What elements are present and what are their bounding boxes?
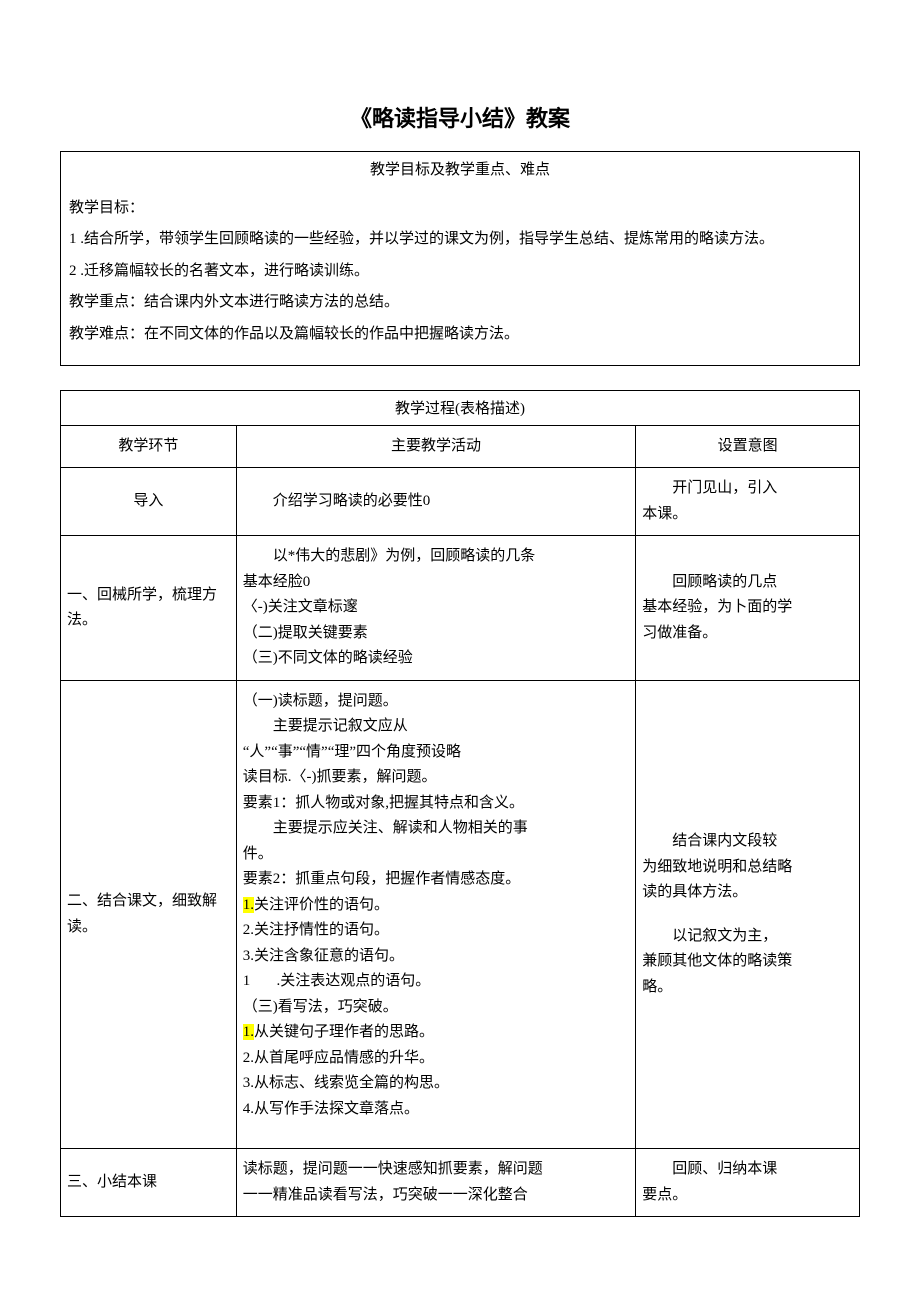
objectives-p4: 教学重点：结合课内外文本进行略读方法的总结。 xyxy=(69,290,851,316)
activity-line: 3.关注含象征意的语句。 xyxy=(243,944,630,970)
intent-line: 要点。 xyxy=(642,1183,853,1209)
activity-text: .关注表达观点的语句。 xyxy=(250,973,430,989)
intent-line: 习做准备。 xyxy=(642,621,853,647)
activity-line: 主要提示应关注、解读和人物相关的事 xyxy=(243,816,630,842)
activity-text: 关注评价性的语句。 xyxy=(254,897,389,913)
objectives-subtitle: 教学目标及教学重点、难点 xyxy=(61,152,859,186)
table-caption: 教学过程(表格描述) xyxy=(60,390,860,425)
activity-line: 一一精准品读看写法，巧突破一一深化整合 xyxy=(243,1183,630,1209)
intent-line: 略。 xyxy=(642,975,853,1001)
intent-line: 兼顾其他文体的略读策 xyxy=(642,949,853,975)
page-title: 《略读指导小结》教案 xyxy=(60,100,860,137)
activity-line: 介绍学习略读的必要性0 xyxy=(243,489,630,515)
intent-line: 为细致地说明和总结略 xyxy=(642,855,853,881)
intent-line: 本课。 xyxy=(642,502,853,528)
objectives-p3: 2 .迁移篇幅较长的名著文本，进行略读训练。 xyxy=(69,259,851,285)
cell-activity: （一)读标题，提问题。 主要提示记叙文应从 “人”“事”“情”“理”四个角度预设… xyxy=(236,680,636,1149)
cell-intent: 结合课内文段较 为细致地说明和总结略 读的具体方法。 以记叙文为主， 兼顾其他文… xyxy=(636,680,860,1149)
stage-line: 法。 xyxy=(67,608,230,634)
cell-intent: 回顾略读的几点 基本经验，为卜面的学 习做准备。 xyxy=(636,536,860,681)
activity-line: （三)不同文体的略读经验 xyxy=(243,646,630,672)
objectives-p5: 教学难点：在不同文体的作品以及篇幅较长的作品中把握略读方法。 xyxy=(69,322,851,348)
intent-line: 开门见山，引入 xyxy=(642,476,853,502)
intent-line: 以记叙文为主， xyxy=(642,924,853,950)
objectives-box: 教学目标及教学重点、难点 教学目标： 1 .结合所学，带领学生回顾略读的一些经验… xyxy=(60,151,860,366)
highlight-text: 1. xyxy=(243,897,254,913)
th-intent: 设置意图 xyxy=(636,425,860,468)
objectives-p1: 教学目标： xyxy=(69,196,851,222)
activity-line: 2.关注抒情性的语句。 xyxy=(243,918,630,944)
table-header-row: 教学环节 主要教学活动 设置意图 xyxy=(61,425,860,468)
activity-line: （三)看写法，巧突破。 xyxy=(243,995,630,1021)
cell-activity: 介绍学习略读的必要性0 xyxy=(236,468,636,536)
highlight-text: 1. xyxy=(243,1024,254,1040)
intent-line: 基本经验，为卜面的学 xyxy=(642,595,853,621)
activity-line: 以*伟大的悲剧》为例，回顾略读的几条 xyxy=(243,544,630,570)
activity-line: 2.从首尾呼应品情感的升华。 xyxy=(243,1046,630,1072)
cell-activity: 以*伟大的悲剧》为例，回顾略读的几条 基本经脸0 〈-)关注文章标邃 （二)提取… xyxy=(236,536,636,681)
activity-line: 1.关注评价性的语句。 xyxy=(243,893,630,919)
th-activity: 主要教学活动 xyxy=(236,425,636,468)
blank-line xyxy=(642,906,853,924)
activity-text: 从关键句子理作者的思路。 xyxy=(254,1024,434,1040)
stage-line: 读。 xyxy=(67,915,230,941)
activity-line: 基本经脸0 xyxy=(243,570,630,596)
table-row: 三、小结本课 读标题，提问题一一快速感知抓要素，解问题 一一精准品读看写法，巧突… xyxy=(61,1149,860,1217)
activity-line: 要素1：抓人物或对象,把握其特点和含义。 xyxy=(243,791,630,817)
intent-line: 回顾、归纳本课 xyxy=(642,1157,853,1183)
activity-line: 1 .关注表达观点的语句。 xyxy=(243,969,630,995)
activity-line: 主要提示记叙文应从 xyxy=(243,714,630,740)
intent-line: 结合课内文段较 xyxy=(642,829,853,855)
activity-line: 1.从关键句子理作者的思路。 xyxy=(243,1020,630,1046)
cell-stage: 三、小结本课 xyxy=(61,1149,237,1217)
activity-line: 3.从标志、线索览全篇的构思。 xyxy=(243,1071,630,1097)
blank-line xyxy=(243,1122,630,1140)
cell-stage: 导入 xyxy=(61,468,237,536)
objectives-p2: 1 .结合所学，带领学生回顾略读的一些经验，并以学过的课文为例，指导学生总结、提… xyxy=(69,227,851,253)
objectives-body: 教学目标： 1 .结合所学，带领学生回顾略读的一些经验，并以学过的课文为例，指导… xyxy=(61,186,859,366)
cell-intent: 开门见山，引入 本课。 xyxy=(636,468,860,536)
cell-stage: 一、回械所学，梳理方 法。 xyxy=(61,536,237,681)
activity-line: （二)提取关键要素 xyxy=(243,621,630,647)
table-row: 一、回械所学，梳理方 法。 以*伟大的悲剧》为例，回顾略读的几条 基本经脸0 〈… xyxy=(61,536,860,681)
activity-line: 要素2：抓重点句段，把握作者情感态度。 xyxy=(243,867,630,893)
activity-line: 读目标.〈-)抓要素，解问题。 xyxy=(243,765,630,791)
cell-intent: 回顾、归纳本课 要点。 xyxy=(636,1149,860,1217)
intent-line: 回顾略读的几点 xyxy=(642,570,853,596)
stage-line: 二、结合课文，细致解 xyxy=(67,889,230,915)
th-stage: 教学环节 xyxy=(61,425,237,468)
activity-line: （一)读标题，提问题。 xyxy=(243,689,630,715)
table-row: 二、结合课文，细致解 读。 （一)读标题，提问题。 主要提示记叙文应从 “人”“… xyxy=(61,680,860,1149)
stage-line: 一、回械所学，梳理方 xyxy=(67,583,230,609)
cell-activity: 读标题，提问题一一快速感知抓要素，解问题 一一精准品读看写法，巧突破一一深化整合 xyxy=(236,1149,636,1217)
activity-line: 4.从写作手法探文章落点。 xyxy=(243,1097,630,1123)
cell-stage: 二、结合课文，细致解 读。 xyxy=(61,680,237,1149)
table-row: 导入 介绍学习略读的必要性0 开门见山，引入 本课。 xyxy=(61,468,860,536)
activity-line: “人”“事”“情”“理”四个角度预设略 xyxy=(243,740,630,766)
activity-line: 〈-)关注文章标邃 xyxy=(243,595,630,621)
process-table: 教学环节 主要教学活动 设置意图 导入 介绍学习略读的必要性0 开门见山，引入 … xyxy=(60,425,860,1218)
activity-line: 件。 xyxy=(243,842,630,868)
activity-line: 读标题，提问题一一快速感知抓要素，解问题 xyxy=(243,1157,630,1183)
intent-line: 读的具体方法。 xyxy=(642,880,853,906)
